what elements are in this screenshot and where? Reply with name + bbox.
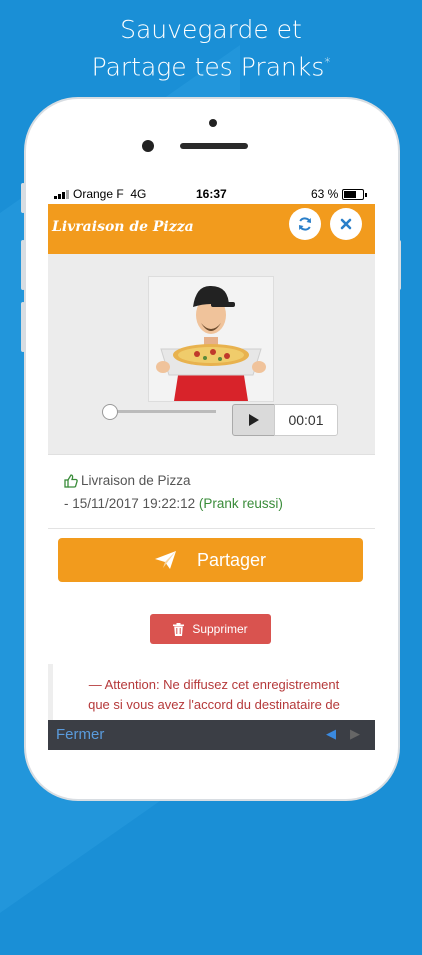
audio-player: 00:01 <box>48 254 375 455</box>
app-header: Livraison de Pizza <box>48 204 375 254</box>
warning-line1: — Attention: Ne diffusez cet enregistrem… <box>88 677 340 692</box>
trash-icon <box>173 622 185 636</box>
refresh-button[interactable] <box>289 208 321 240</box>
delete-label: Supprimer <box>192 622 248 636</box>
share-label: Partager <box>196 549 267 570</box>
footer-toolbar: Fermer ◀ ▶ <box>48 720 375 750</box>
app-screen: Orange F 4G 16:37 63 % Livraison de Pizz… <box>48 184 375 750</box>
elapsed-time: 00:01 <box>274 404 338 436</box>
delete-button[interactable]: Supprimer <box>150 614 271 644</box>
phone-volume-up <box>21 240 25 290</box>
phone-speaker <box>180 143 248 149</box>
recording-info: Livraison de Pizza - 15/11/2017 19:22:12… <box>48 456 375 529</box>
battery-percent: 63 % <box>311 187 339 201</box>
progress-track[interactable] <box>106 410 216 413</box>
arrow-left-icon[interactable]: ◀ <box>326 726 336 742</box>
progress-handle[interactable] <box>102 404 118 420</box>
fermer-button[interactable]: Fermer <box>56 726 104 743</box>
page-title: Livraison de Pizza <box>52 219 194 235</box>
arrow-right-icon[interactable]: ▶ <box>350 726 360 742</box>
promo-headline-line1: Sauvegarde et <box>120 15 302 44</box>
signal-icon <box>54 190 69 199</box>
close-icon <box>340 218 352 230</box>
share-button[interactable]: Partager <box>58 538 363 582</box>
pizza-delivery-photo <box>148 276 274 402</box>
thumbs-up-icon <box>64 473 78 488</box>
refresh-icon <box>299 217 311 231</box>
status-bar: Orange F 4G 16:37 63 % <box>48 184 375 204</box>
prank-status: (Prank reussi) <box>198 496 283 511</box>
warning-line2: que si vous avez l'accord du destinatair… <box>88 697 340 712</box>
recording-date: - 15/11/2017 19:22:12 <box>64 496 196 511</box>
status-time: 16:37 <box>196 187 227 201</box>
phone-mute-switch <box>21 183 25 213</box>
recording-name: Livraison de Pizza <box>81 473 191 488</box>
close-button[interactable] <box>330 208 362 240</box>
phone-sensor <box>209 119 217 127</box>
carrier-name: Orange F 4G <box>73 187 147 201</box>
paper-plane-icon <box>154 551 176 569</box>
battery-icon <box>342 189 367 200</box>
phone-volume-down <box>21 302 25 352</box>
play-icon <box>248 414 259 426</box>
phone-camera <box>142 140 154 152</box>
promo-asterisk: * <box>324 55 331 69</box>
promo-headline-line2: Partage tes Pranks* <box>91 52 331 82</box>
play-button[interactable] <box>232 404 275 436</box>
